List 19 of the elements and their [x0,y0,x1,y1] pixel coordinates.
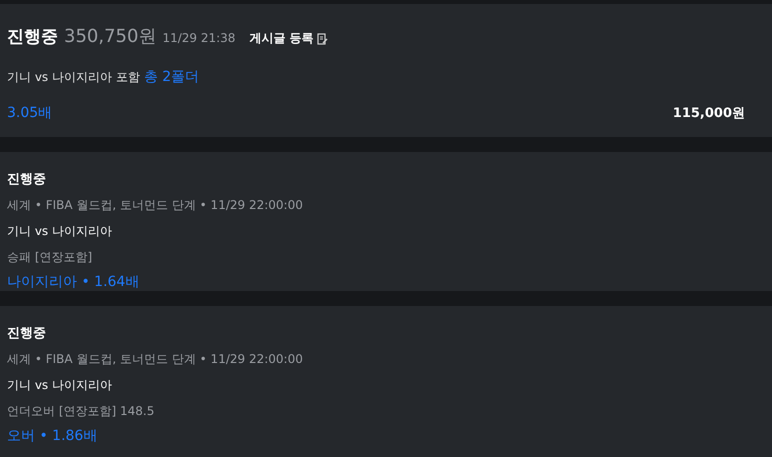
document-edit-icon [316,32,328,44]
post-button[interactable]: 게시글 등록 [249,30,328,47]
match-name: 기니 vs 나이지리아 [7,376,113,394]
match-summary: 기니 vs 나이지리아 포함 [7,69,140,86]
bet-time: 11/29 21:38 [162,31,236,45]
pick-odds: 나이지리아 • 1.64배 [7,272,140,291]
pick-odds: 오버 • 1.86배 [7,426,98,445]
stake-amount: 115,000원 [672,105,745,122]
market-label: 언더오버 [연장포함] 148.5 [7,402,156,420]
payout-amount: 350,750원 [64,25,156,48]
league-info: 세계 • FIBA 월드컵, 토너먼드 단계 • 11/29 22:00:00 [7,196,304,214]
match-name: 기니 vs 나이지리아 [7,222,113,240]
status-label: 진행중 [7,170,47,188]
status-label: 진행중 [7,26,58,48]
market-label: 승패 [연장포함] [7,248,94,266]
league-info: 세계 • FIBA 월드컵, 토너먼드 단계 • 11/29 22:00:00 [7,350,304,368]
status-label: 진행중 [7,324,47,342]
folder-count: 총 2폴더 [144,68,200,86]
total-odds: 3.05배 [7,104,52,122]
